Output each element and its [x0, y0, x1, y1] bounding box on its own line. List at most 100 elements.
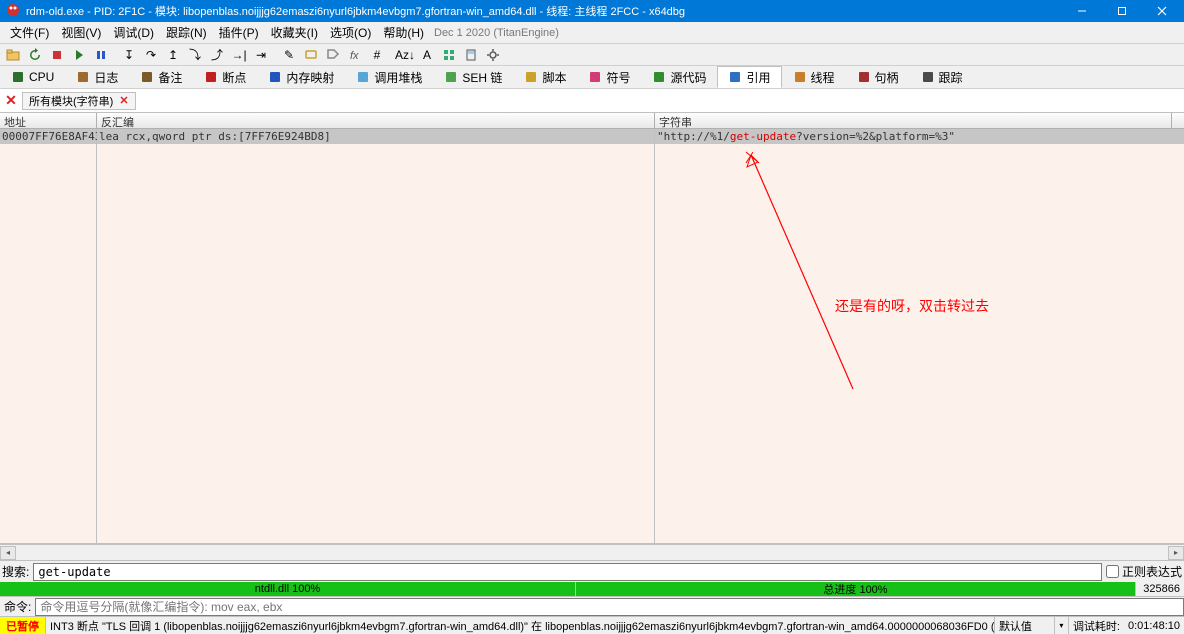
references-table: 地址 反汇编 字符串 00007FF76E8AF439 lea rcx,qwor…	[0, 113, 1184, 544]
toolbar-step-out-icon[interactable]: ↥	[162, 45, 184, 65]
scroll-right-icon[interactable]: ▸	[1168, 546, 1184, 560]
menu-item[interactable]: 收藏夹(I)	[265, 24, 324, 42]
view-tab[interactable]: 引用	[717, 66, 781, 88]
tab-icon	[652, 70, 666, 84]
tab-icon	[356, 70, 370, 84]
tab-label: 脚本	[542, 69, 566, 86]
document-tab[interactable]: 所有模块(字符串) ✕	[22, 92, 136, 110]
close-all-tabs-icon[interactable]: ✕	[0, 90, 22, 112]
title-bar: rdm-old.exe - PID: 2F1C - 模块: libopenbla…	[0, 0, 1184, 22]
table-body: 00007FF76E8AF439 lea rcx,qword ptr ds:[7…	[0, 129, 1184, 543]
toolbar-step-into-icon[interactable]: ↧	[118, 45, 140, 65]
progress-right-text: 总进度 100%	[576, 582, 1135, 596]
string-suffix: ?version=%2&platform=%3"	[796, 130, 955, 143]
tab-icon	[444, 70, 458, 84]
minimize-button[interactable]	[1062, 0, 1102, 22]
view-tab[interactable]: SEH 链	[433, 66, 513, 88]
table-cell[interactable]: 00007FF76E8AF439	[0, 129, 96, 144]
toolbar-bookmark-icon[interactable]: fx	[344, 45, 366, 65]
view-tab[interactable]: 句柄	[846, 66, 910, 88]
menu-item[interactable]: 跟踪(N)	[160, 24, 213, 42]
view-tab[interactable]: 源代码	[641, 66, 717, 88]
col-header-disasm[interactable]: 反汇编	[97, 113, 655, 128]
toolbar-settings-icon[interactable]	[482, 45, 504, 65]
view-tab[interactable]: 内存映射	[257, 66, 345, 88]
tab-label: 跟踪	[939, 69, 963, 86]
scroll-track[interactable]	[16, 546, 1168, 560]
view-tab[interactable]: 线程	[782, 66, 846, 88]
regex-checkbox[interactable]	[1106, 565, 1119, 578]
view-tabs: CPU 日志备注断点 内存映射调用堆栈SEH 链 脚本符号 源代码 引用线程 句柄 跟踪	[0, 66, 1184, 89]
menu-item[interactable]: 帮助(H)	[377, 24, 430, 42]
status-dropdown-icon[interactable]: ▾	[1055, 617, 1069, 634]
close-button[interactable]	[1142, 0, 1182, 22]
regex-checkbox-wrap[interactable]: 正则表达式	[1106, 563, 1182, 580]
view-tab[interactable]: CPU	[0, 66, 65, 88]
col-string: "http://%1/get-update?version=%2&platfor…	[655, 129, 1184, 543]
col-header-string[interactable]: 字符串	[655, 113, 1172, 128]
window-title: rdm-old.exe - PID: 2F1C - 模块: libopenbla…	[26, 3, 1062, 19]
tab-label: 句柄	[875, 69, 899, 86]
scroll-left-icon[interactable]: ◂	[0, 546, 16, 560]
toolbar-label-icon[interactable]	[322, 45, 344, 65]
tab-label: 源代码	[670, 69, 706, 86]
toolbar-patch-icon[interactable]: ✎	[278, 45, 300, 65]
toolbar-pause-icon[interactable]	[90, 45, 112, 65]
toolbar-step-over-icon[interactable]: ↷	[140, 45, 162, 65]
table-cell[interactable]: "http://%1/get-update?version=%2&platfor…	[655, 129, 1184, 144]
tab-label: CPU	[29, 70, 54, 84]
document-tab-close-icon[interactable]: ✕	[119, 94, 128, 107]
view-tab[interactable]: 日志	[65, 66, 129, 88]
horizontal-scrollbar[interactable]: ◂ ▸	[0, 544, 1184, 560]
progress-right: 总进度 100%	[576, 582, 1136, 596]
tab-icon	[204, 70, 218, 84]
document-tab-label: 所有模块(字符串)	[29, 93, 113, 109]
toolbar-trace-into-icon[interactable]: ⤵	[184, 45, 206, 65]
col-address: 00007FF76E8AF439	[0, 129, 97, 543]
menu-item[interactable]: 选项(O)	[324, 24, 377, 42]
menu-item[interactable]: 视图(V)	[55, 24, 107, 42]
toolbar-run-to-icon[interactable]: →|	[228, 45, 250, 65]
status-paused: 已暂停	[0, 617, 46, 634]
tab-icon	[921, 70, 935, 84]
regex-checkbox-label: 正则表达式	[1122, 563, 1182, 580]
view-tab[interactable]: 调用堆栈	[345, 66, 433, 88]
command-input[interactable]	[35, 598, 1184, 616]
search-input[interactable]	[33, 563, 1102, 581]
toolbar-hash-icon[interactable]: #	[366, 45, 388, 65]
toolbar-folder-icon[interactable]	[2, 45, 24, 65]
toolbar-run-icon[interactable]	[68, 45, 90, 65]
table-cell[interactable]: lea rcx,qword ptr ds:[7FF76E924BD8]	[97, 129, 654, 144]
document-tabs: ✕ 所有模块(字符串) ✕	[0, 89, 1184, 113]
toolbar-modules-icon[interactable]	[438, 45, 460, 65]
view-tab[interactable]: 跟踪	[910, 66, 974, 88]
toolbar-trace-over-icon[interactable]: ⤴	[206, 45, 228, 65]
main-toolbar: ↧ ↷ ↥ ⤵ ⤴ →| ⇥ ✎ fx # Az↓ A	[0, 44, 1184, 66]
col-header-address[interactable]: 地址	[0, 113, 97, 128]
toolbar-refresh-icon[interactable]	[24, 45, 46, 65]
view-tab[interactable]: 脚本	[513, 66, 577, 88]
col-disasm: lea rcx,qword ptr ds:[7FF76E924BD8]	[97, 129, 655, 543]
tab-icon	[11, 70, 25, 84]
toolbar-comment-icon[interactable]	[300, 45, 322, 65]
string-prefix: "http://%1/	[657, 130, 730, 143]
menu-item[interactable]: 插件(P)	[213, 24, 265, 42]
annotation-overlay: 还是有的呀，双击转过去	[655, 129, 1184, 543]
toolbar-search-icon[interactable]: Az↓	[394, 45, 416, 65]
status-default: 默认值	[995, 617, 1055, 634]
toolbar-calc-icon[interactable]	[460, 45, 482, 65]
menu-item[interactable]: 文件(F)	[4, 24, 55, 42]
view-tab[interactable]: 断点	[193, 66, 257, 88]
toolbar-stop-icon[interactable]	[46, 45, 68, 65]
toolbar-run-till-icon[interactable]: ⇥	[250, 45, 272, 65]
annotation-text: 还是有的呀，双击转过去	[835, 296, 989, 316]
tab-label: 内存映射	[286, 69, 334, 86]
view-tab[interactable]: 备注	[129, 66, 193, 88]
app-icon	[6, 3, 22, 19]
toolbar-strings-icon[interactable]: A	[416, 45, 438, 65]
maximize-button[interactable]	[1102, 0, 1142, 22]
view-tab[interactable]: 符号	[577, 66, 641, 88]
tab-label: 引用	[746, 69, 770, 86]
menu-item[interactable]: 调试(D)	[107, 24, 160, 42]
tab-icon	[793, 70, 807, 84]
